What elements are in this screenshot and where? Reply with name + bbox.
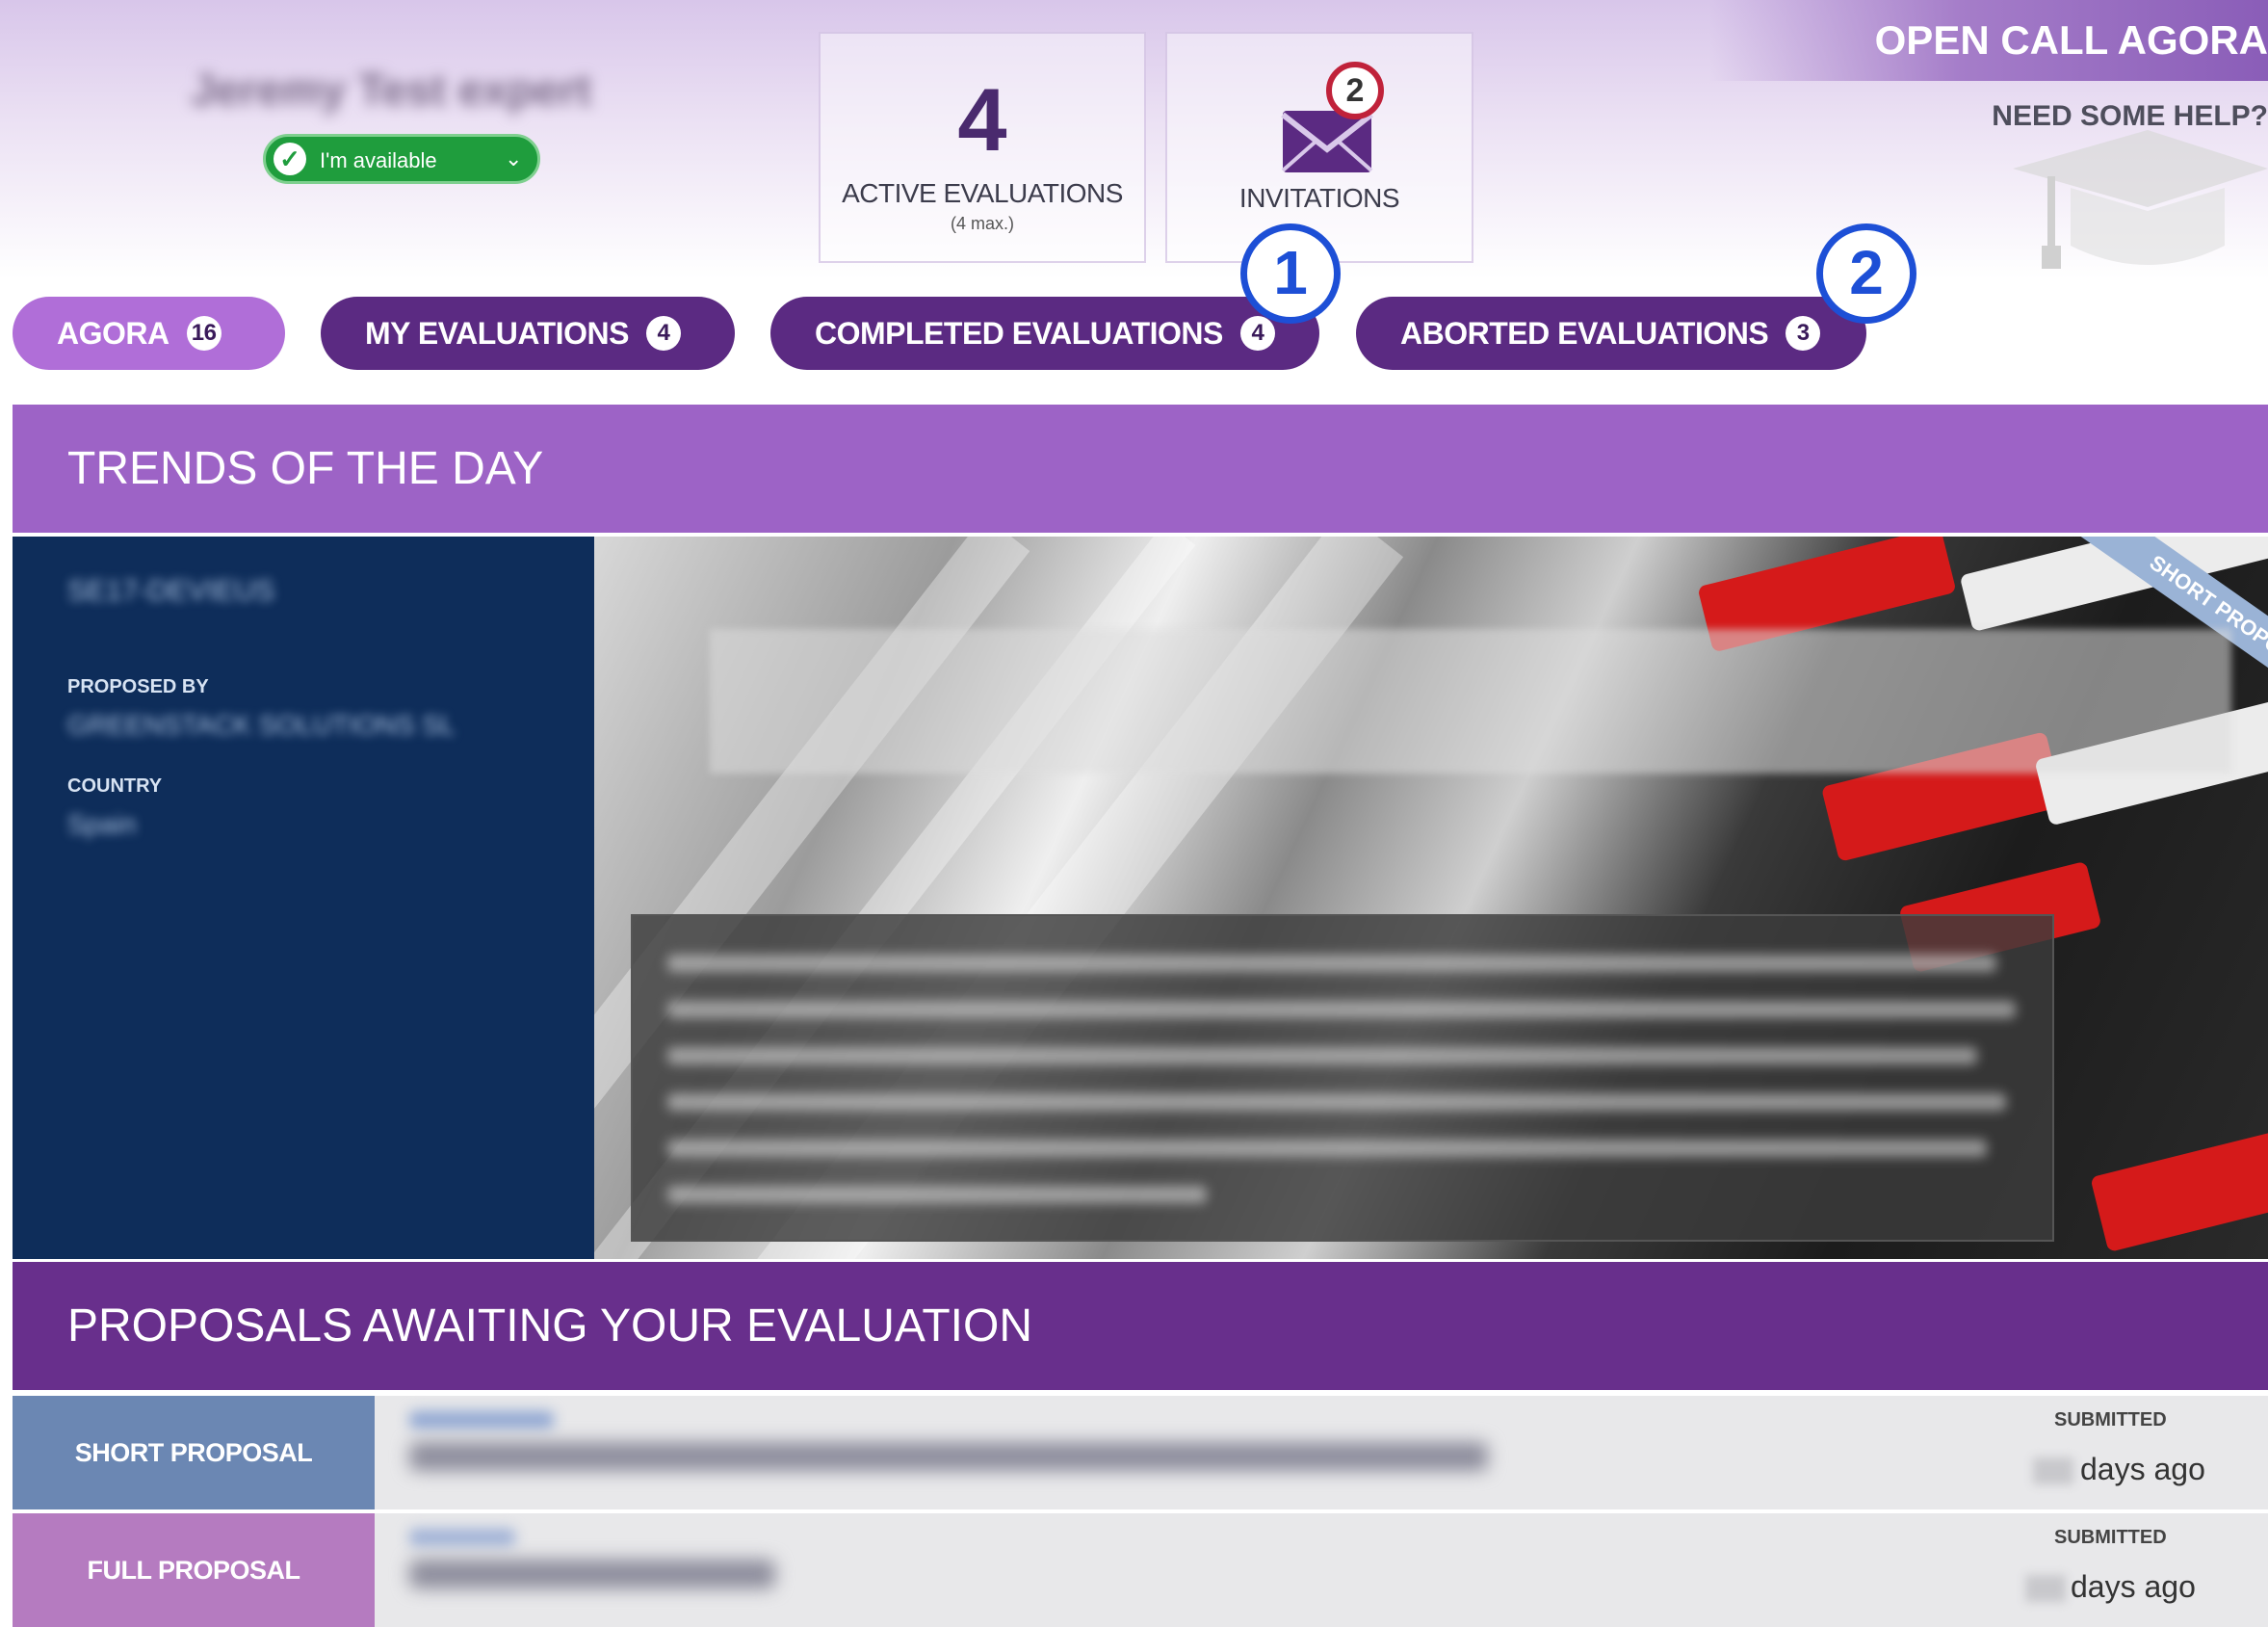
trend-description-overlay	[631, 914, 2054, 1242]
trends-heading: TRENDS OF THE DAY	[13, 405, 2268, 533]
active-evaluations-count: 4	[957, 71, 1007, 170]
proposed-by-label: PROPOSED BY	[67, 676, 209, 697]
user-name: Jeremy Test expert	[191, 65, 591, 115]
active-evaluations-label: ACTIVE EVALUATIONS	[842, 178, 1123, 208]
proposal-title[interactable]	[409, 1560, 775, 1588]
graduation-cap-icon	[2003, 130, 2268, 275]
active-evaluations-card[interactable]: 4 ACTIVE EVALUATIONS (4 max.)	[819, 32, 1146, 263]
chevron-down-icon: ⌄	[505, 146, 523, 171]
tab-label: AGORA	[57, 316, 169, 351]
submitted-label: SUBMITTED	[2054, 1527, 2167, 1548]
proposal-row[interactable]: SHORT PROPOSAL SUBMITTED days ago	[13, 1396, 2268, 1509]
submitted-label: SUBMITTED	[2054, 1409, 2167, 1430]
tab-label: COMPLETED EVALUATIONS	[815, 316, 1223, 351]
submitted-days-value	[2033, 1457, 2073, 1484]
brand-band: OPEN CALL AGORA	[1709, 0, 2268, 81]
callout-marker-1: 1	[1240, 223, 1341, 324]
callout-marker-2: 2	[1816, 223, 1916, 324]
tab-count: 4	[645, 315, 681, 351]
proposal-title[interactable]	[409, 1442, 1488, 1471]
proposal-id	[409, 1529, 515, 1546]
help-link[interactable]: NEED SOME HELP?	[1992, 100, 2268, 133]
submitted-days-value	[2025, 1575, 2066, 1602]
trend-image[interactable]: SHORT PROPOSAL	[594, 537, 2268, 1259]
proposed-by-value: GREENSTACK SOLUTIONS SL	[67, 710, 456, 740]
tab-count: 16	[186, 315, 222, 351]
brand-title: OPEN CALL AGORA	[1874, 17, 2268, 63]
country-label: COUNTRY	[67, 775, 163, 797]
availability-label: I'm available	[320, 148, 437, 172]
country-value: Spain	[67, 809, 137, 839]
invitations-label: INVITATIONS	[1238, 183, 1400, 213]
cable-shape	[2090, 1130, 2268, 1253]
proposals-heading: PROPOSALS AWAITING YOUR EVALUATION	[13, 1262, 2268, 1390]
tab-count: 3	[1786, 315, 1821, 351]
trend-id: SE17-DEVIEUS	[67, 575, 275, 607]
proposal-type-label: SHORT PROPOSAL	[13, 1396, 375, 1509]
tab-completed-evaluations[interactable]: COMPLETED EVALUATIONS 4	[770, 297, 1319, 370]
trend-info-panel[interactable]: SE17-DEVIEUS PROPOSED BY GREENSTACK SOLU…	[13, 537, 594, 1259]
availability-dropdown[interactable]: ✓ I'm available ⌄	[263, 134, 540, 184]
tab-agora[interactable]: AGORA 16	[13, 297, 285, 370]
tab-label: ABORTED EVALUATIONS	[1400, 316, 1769, 351]
invitations-card[interactable]: INVITATIONS	[1165, 32, 1473, 263]
proposal-id	[409, 1411, 554, 1429]
tab-count: 4	[1239, 315, 1275, 351]
proposal-type-label: FULL PROPOSAL	[13, 1513, 375, 1627]
days-ago-label: days ago	[2071, 1569, 2196, 1604]
tab-my-evaluations[interactable]: MY EVALUATIONS 4	[321, 297, 735, 370]
active-evaluations-max: (4 max.)	[950, 214, 1014, 233]
check-icon: ✓	[274, 143, 306, 175]
tab-aborted-evaluations[interactable]: ABORTED EVALUATIONS 3	[1356, 297, 1866, 370]
proposal-row[interactable]: FULL PROPOSAL SUBMITTED days ago	[13, 1513, 2268, 1627]
tab-label: MY EVALUATIONS	[365, 316, 629, 351]
trend-title-overlay	[710, 629, 2231, 774]
invitations-badge: 2	[1326, 62, 1384, 119]
days-ago-label: days ago	[2080, 1452, 2205, 1486]
